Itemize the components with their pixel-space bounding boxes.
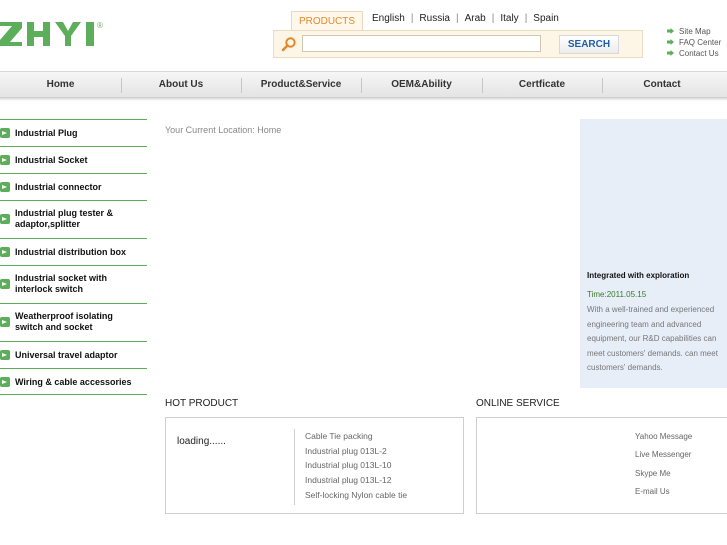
quick-link-faq-center[interactable]: FAQ Center xyxy=(667,37,727,48)
arrow-right-icon xyxy=(0,279,10,289)
nav-product-service[interactable]: Product&Service xyxy=(241,72,361,98)
arrow-right-icon xyxy=(0,182,10,192)
sidebar-item-weatherproof-switch[interactable]: Weatherproof isolating switch and socket xyxy=(0,303,147,341)
sidebar-item-wiring-accessories[interactable]: Wiring & cable accessories xyxy=(0,368,147,395)
arrow-right-icon xyxy=(0,214,10,224)
products-tab[interactable]: PRODUCTS xyxy=(291,11,363,31)
main-nav: Home About Us Product&Service OEM&Abilit… xyxy=(0,71,727,98)
nav-certificate[interactable]: Certficate xyxy=(482,72,602,98)
hot-product-item[interactable]: Cable Tie packing xyxy=(305,429,407,444)
news-time: Time:2011.05.15 xyxy=(587,290,647,299)
arrow-right-icon xyxy=(0,350,10,360)
online-service-list: Yahoo Message Live Messenger Skype Me E-… xyxy=(635,432,692,506)
site-logo[interactable]: ® xyxy=(0,18,108,50)
logo-graphic: ® xyxy=(0,21,103,46)
search-button[interactable]: SEARCH xyxy=(559,35,619,54)
sidebar-item-industrial-connector[interactable]: Industrial connector xyxy=(0,173,147,200)
arrow-right-icon xyxy=(667,50,674,56)
sidebar-item-socket-interlock[interactable]: Industrial socket with interlock switch xyxy=(0,265,147,303)
news-panel: Integrated with exploration Time:2011.05… xyxy=(580,119,727,388)
loading-indicator: loading...... xyxy=(177,436,226,447)
search-input[interactable] xyxy=(302,35,541,52)
search-icon xyxy=(281,37,296,52)
arrow-right-icon xyxy=(0,377,10,387)
breadcrumb: Your Current Location: Home xyxy=(165,125,282,135)
arrow-right-icon xyxy=(667,39,674,45)
svg-text:®: ® xyxy=(97,21,103,30)
nav-oem-ability[interactable]: OEM&Ability xyxy=(361,72,482,98)
hot-product-item[interactable]: Self-locking Nylon cable tie xyxy=(305,488,407,503)
online-service-email[interactable]: E-mail Us xyxy=(635,487,692,505)
online-service-skype[interactable]: Skype Me xyxy=(635,469,692,487)
quick-link-contact-us[interactable]: Contact Us xyxy=(667,48,727,59)
sidebar-item-distribution-box[interactable]: Industrial distribution box xyxy=(0,238,147,265)
hot-product-item[interactable]: Industrial plug 013L-10 xyxy=(305,458,407,473)
arrow-right-icon xyxy=(0,128,10,138)
sidebar-item-plug-tester[interactable]: Industrial plug tester & adaptor,splitte… xyxy=(0,200,147,238)
online-service-title: ONLINE SERVICE xyxy=(476,398,560,409)
hot-product-item[interactable]: Industrial plug 013L-2 xyxy=(305,444,407,459)
news-body: With a well-trained and experienced engi… xyxy=(587,305,718,373)
arrow-right-icon xyxy=(0,317,10,327)
search-area: PRODUCTS SEARCH xyxy=(273,10,643,58)
online-service-yahoo[interactable]: Yahoo Message xyxy=(635,432,692,450)
sidebar-item-industrial-socket[interactable]: Industrial Socket xyxy=(0,146,147,173)
sidebar-item-industrial-plug[interactable]: Industrial Plug xyxy=(0,119,147,146)
nav-shadow xyxy=(0,98,727,101)
nav-home[interactable]: Home xyxy=(0,72,121,98)
arrow-right-icon xyxy=(667,28,674,34)
nav-about-us[interactable]: About Us xyxy=(121,72,241,98)
sidebar-item-travel-adaptor[interactable]: Universal travel adaptor xyxy=(0,341,147,368)
online-service-messenger[interactable]: Live Messenger xyxy=(635,450,692,468)
quick-link-site-map[interactable]: Site Map xyxy=(667,26,727,37)
category-sidebar: Industrial Plug Industrial Socket Indust… xyxy=(0,119,147,395)
hot-product-item[interactable]: Industrial plug 013L-12 xyxy=(305,473,407,488)
online-service-box: Yahoo Message Live Messenger Skype Me E-… xyxy=(476,417,727,514)
hot-product-divider xyxy=(294,429,295,505)
hot-product-box: loading...... Cable Tie packing Industri… xyxy=(165,417,464,514)
hot-product-list: Cable Tie packing Industrial plug 013L-2… xyxy=(305,429,407,502)
arrow-right-icon xyxy=(0,155,10,165)
nav-contact[interactable]: Contact xyxy=(602,72,722,98)
quick-links: Site Map FAQ Center Contact Us xyxy=(667,26,727,59)
search-bar: SEARCH xyxy=(273,30,643,58)
arrow-right-icon xyxy=(0,247,10,257)
hot-product-title: HOT PRODUCT xyxy=(165,398,239,409)
news-title[interactable]: Integrated with exploration xyxy=(587,271,689,280)
